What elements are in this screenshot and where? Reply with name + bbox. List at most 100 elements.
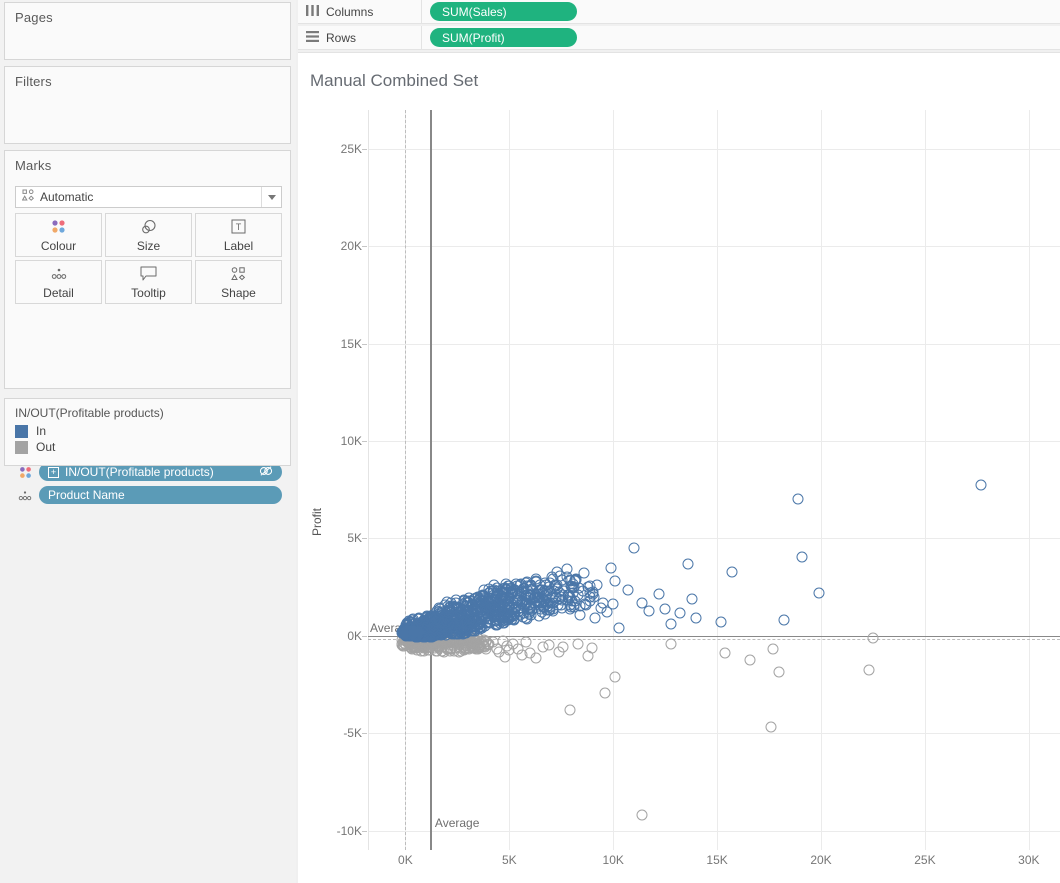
scatter-mark[interactable] [766, 722, 777, 733]
columns-shelf[interactable]: Columns SUM(Sales) [298, 0, 1060, 24]
scatter-mark[interactable] [674, 608, 685, 619]
scatter-mark[interactable] [637, 597, 648, 608]
scatter-mark[interactable] [522, 613, 533, 624]
scatter-mark[interactable] [606, 562, 617, 573]
x-axis-ticks: 0K 5K 10K 15K 20K 25K 30K [368, 853, 1060, 873]
scatter-mark[interactable] [687, 593, 698, 604]
data-flow-icon[interactable] [259, 465, 273, 480]
expand-plus-icon[interactable]: + [48, 467, 59, 478]
scatter-mark[interactable] [653, 588, 664, 599]
rows-drop-zone[interactable]: SUM(Profit) [422, 26, 1060, 50]
detail-button[interactable]: Detail [15, 260, 102, 304]
scatter-mark[interactable] [543, 640, 554, 651]
scatter-mark[interactable] [599, 688, 610, 699]
y-tick-mark [362, 246, 367, 247]
scatter-mark[interactable] [473, 643, 484, 654]
legend-swatch-in [15, 425, 28, 438]
scatter-mark[interactable] [500, 652, 511, 663]
scatter-mark[interactable] [614, 623, 625, 634]
scatter-mark[interactable] [976, 479, 987, 490]
tooltip-button[interactable]: Tooltip [105, 260, 192, 304]
scatter-plot-area[interactable]: Average Average [368, 110, 1060, 850]
scatter-mark[interactable] [445, 617, 456, 628]
scatter-mark[interactable] [610, 576, 621, 587]
scatter-mark[interactable] [589, 613, 600, 624]
mark-type-selector[interactable]: Automatic [15, 186, 282, 208]
size-button[interactable]: Size [105, 213, 192, 257]
colour-legend-card[interactable]: IN/OUT(Profitable products) In Out [4, 398, 291, 466]
scatter-mark[interactable] [726, 566, 737, 577]
scatter-mark[interactable] [797, 551, 808, 562]
scatter-mark[interactable] [572, 638, 583, 649]
scatter-mark[interactable] [660, 603, 671, 614]
scatter-mark[interactable] [622, 585, 633, 596]
marks-card[interactable]: Marks Automatic Colour Size T Label Deta… [4, 150, 291, 389]
label-button[interactable]: T Label [195, 213, 282, 257]
pill-sum-sales[interactable]: SUM(Sales) [430, 2, 577, 21]
mark-type-dropdown-arrow[interactable] [261, 187, 281, 207]
scatter-mark[interactable] [579, 599, 590, 610]
scatter-mark[interactable] [793, 494, 804, 505]
scatter-mark[interactable] [520, 637, 531, 648]
columns-drop-zone[interactable]: SUM(Sales) [422, 0, 1060, 24]
colour-button[interactable]: Colour [15, 213, 102, 257]
legend-item-in[interactable]: In [5, 424, 290, 440]
scatter-mark[interactable] [408, 627, 419, 638]
scatter-mark[interactable] [469, 605, 480, 616]
scatter-mark[interactable] [863, 664, 874, 675]
scatter-mark[interactable] [588, 586, 599, 597]
scatter-mark[interactable] [489, 589, 500, 600]
scatter-mark[interactable] [867, 632, 878, 643]
scatter-mark[interactable] [516, 650, 527, 661]
pages-card[interactable]: Pages [4, 2, 291, 60]
scatter-mark[interactable] [489, 603, 500, 614]
scatter-mark[interactable] [536, 584, 547, 595]
scatter-mark[interactable] [555, 599, 566, 610]
marks-pill-product-name[interactable]: Product Name [39, 486, 282, 504]
scatter-mark[interactable] [554, 570, 565, 581]
x-tick-label: 10K [603, 853, 624, 867]
scatter-mark[interactable] [691, 613, 702, 624]
scatter-mark[interactable] [610, 671, 621, 682]
scatter-mark[interactable] [720, 648, 731, 659]
scatter-mark[interactable] [778, 615, 789, 626]
tooltip-button-label: Tooltip [131, 286, 166, 300]
legend-item-out[interactable]: Out [5, 440, 290, 456]
scatter-mark[interactable] [524, 592, 535, 603]
rows-shelf[interactable]: Rows SUM(Profit) [298, 26, 1060, 50]
gridline-horizontal [368, 733, 1060, 734]
scatter-mark[interactable] [637, 809, 648, 820]
pill-sum-profit[interactable]: SUM(Profit) [430, 28, 577, 47]
shape-button[interactable]: Shape [195, 260, 282, 304]
scatter-mark[interactable] [813, 587, 824, 598]
scatter-mark[interactable] [531, 653, 542, 664]
scatter-mark[interactable] [512, 586, 523, 597]
x-tick-label: 15K [706, 853, 727, 867]
scatter-mark[interactable] [464, 623, 475, 634]
scatter-mark[interactable] [509, 614, 520, 625]
y-tick-mark [362, 344, 367, 345]
scatter-mark[interactable] [666, 638, 677, 649]
scatter-mark[interactable] [666, 619, 677, 630]
scatter-mark[interactable] [413, 613, 424, 624]
scatter-mark[interactable] [608, 598, 619, 609]
gridline-horizontal [368, 441, 1060, 442]
scatter-mark[interactable] [768, 644, 779, 655]
scatter-mark[interactable] [595, 602, 606, 613]
scatter-mark[interactable] [564, 704, 575, 715]
scatter-mark[interactable] [774, 666, 785, 677]
y-tick-label: 20K [318, 239, 362, 253]
scatter-mark[interactable] [745, 655, 756, 666]
scatter-mark[interactable] [587, 643, 598, 654]
scatter-mark[interactable] [558, 641, 569, 652]
reference-line-x-solid[interactable] [430, 110, 432, 850]
filters-card[interactable]: Filters [4, 66, 291, 144]
rows-shelf-label-group: Rows [298, 26, 422, 50]
reference-line-x-dashed[interactable] [405, 110, 406, 850]
scatter-mark[interactable] [536, 604, 547, 615]
y-tick-mark [362, 149, 367, 150]
scatter-mark[interactable] [683, 558, 694, 569]
scatter-mark[interactable] [628, 543, 639, 554]
scatter-mark[interactable] [500, 593, 511, 604]
scatter-mark[interactable] [716, 617, 727, 628]
